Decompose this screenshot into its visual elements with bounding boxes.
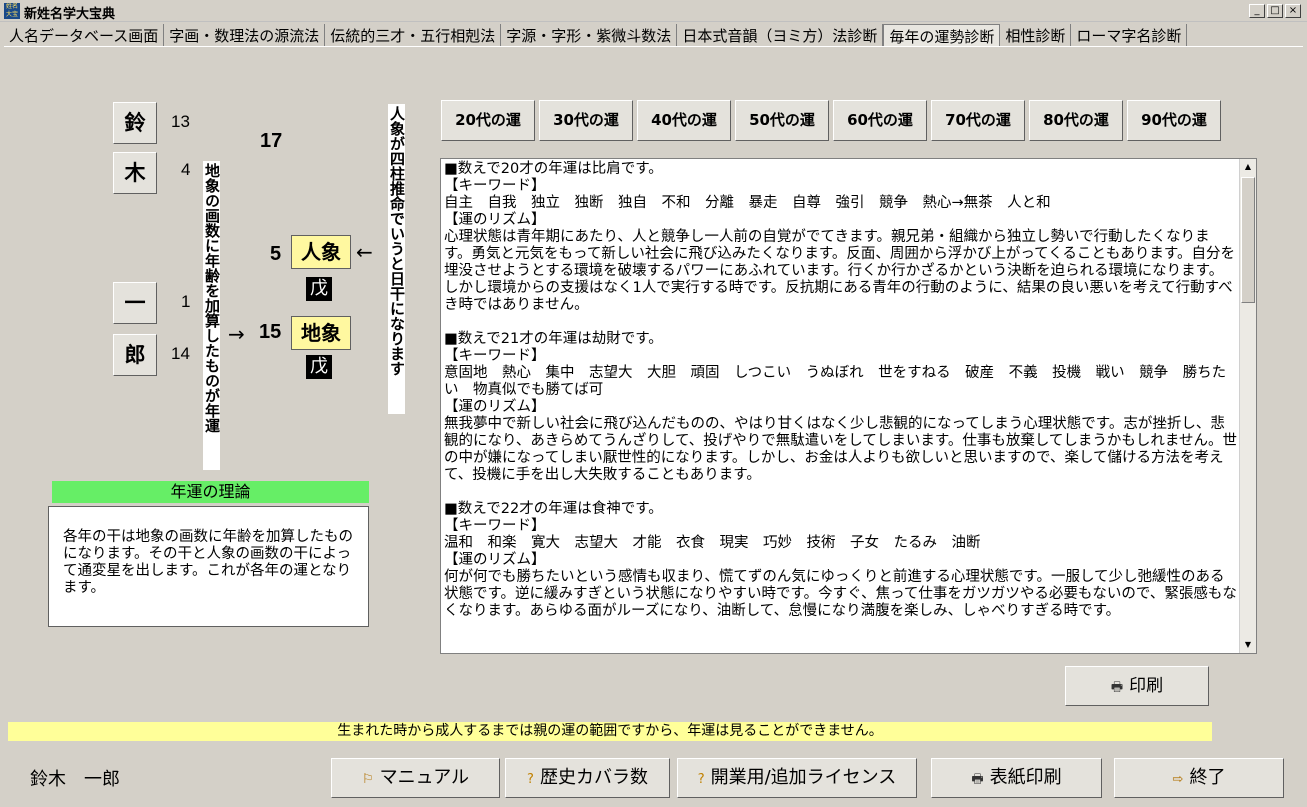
window-title: 新姓名学大宝典 xyxy=(24,7,116,22)
scroll-down-icon[interactable]: ▼ xyxy=(1240,637,1256,653)
maximize-button[interactable]: □ xyxy=(1267,4,1283,18)
section-2-keywords: 意固地 熱心 集中 志望大 大胆 頑固 しつこい うぬぼれ 世をすねる 破産 不… xyxy=(444,365,1227,398)
age-button-80s[interactable]: 80代の運 xyxy=(1029,100,1123,141)
title-bar: 姓名大宝 新姓名学大宝典 _ □ × xyxy=(0,0,1307,22)
tab-japanese-phonology[interactable]: 日本式音韻（ヨミ方）法診断 xyxy=(677,24,884,46)
section-2-keyword-label: 【キーワード】 xyxy=(444,348,546,364)
manual-button-label: マニュアル xyxy=(379,767,470,788)
section-2-heading: ■数えで21才の年運は劫財です。 xyxy=(444,331,663,347)
tab-traditional-sansai[interactable]: 伝統的三才・五行相剋法 xyxy=(325,24,502,46)
cover-print-button-label: 表紙印刷 xyxy=(989,767,1062,788)
print-button-label: 印刷 xyxy=(1129,676,1164,696)
chikaku-stem: 戊 xyxy=(306,355,332,379)
manual-button[interactable]: ⚐ マニュアル xyxy=(331,758,500,798)
section-3-rhythm: 何が何でも勝ちたいという感情も収まり、慌てずのん気にゆっくりと前進する心理状態で… xyxy=(444,569,1237,619)
tab-compatibility[interactable]: 相性診断 xyxy=(1000,24,1072,46)
jinkaku-number: 5 xyxy=(270,243,282,265)
window-controls: _ □ × xyxy=(1249,4,1301,18)
section-2-rhythm: 無我夢中で新しい社会に飛び込んだものの、やはり甘くはなく少し悲観的になってしまう… xyxy=(444,416,1237,483)
age-button-70s[interactable]: 70代の運 xyxy=(931,100,1025,141)
char-button-1[interactable]: 鈴 xyxy=(113,102,157,144)
app-icon-text: 姓名大宝 xyxy=(5,3,18,18)
section-3-heading: ■数えで22才の年運は食神です。 xyxy=(444,501,663,517)
section-1-rhythm: 心理状態は青年期にあたり、人と競争し一人前の自覚がでてきます。親兄弟・組織から独… xyxy=(444,229,1235,313)
vertical-scrollbar[interactable]: ▲ ▼ xyxy=(1239,159,1256,653)
print-button[interactable]: 🖶 印刷 xyxy=(1065,666,1209,706)
section-2-rhythm-label: 【運のリズム】 xyxy=(444,399,546,415)
manual-icon: ⚐ xyxy=(361,772,374,787)
history-button-label: 歴史カバラ数 xyxy=(539,767,648,788)
stroke-count-4: 14 xyxy=(171,344,190,363)
fortune-textarea[interactable]: ■数えで20才の年運は比肩です。 【キーワード】 自主 自我 独立 独断 独自 … xyxy=(440,158,1257,654)
vertical-note-right: 人象が四柱推命でいうと日干になります xyxy=(388,104,406,414)
jinkaku-box: 人象 xyxy=(291,235,351,269)
age-button-50s[interactable]: 50代の運 xyxy=(735,100,829,141)
arrow-left-icon: ← xyxy=(356,240,373,264)
question-icon: ? xyxy=(697,772,705,787)
scrollbar-thumb[interactable] xyxy=(1241,177,1255,303)
section-3-rhythm-label: 【運のリズム】 xyxy=(444,552,546,568)
age-button-40s[interactable]: 40代の運 xyxy=(637,100,731,141)
age-button-30s[interactable]: 30代の運 xyxy=(539,100,633,141)
age-button-20s[interactable]: 20代の運 xyxy=(441,100,535,141)
char-button-3[interactable]: 一 xyxy=(113,282,157,324)
fortune-text: ■数えで20才の年運は比肩です。 【キーワード】 自主 自我 独立 独断 独自 … xyxy=(444,161,1237,620)
section-3-keywords: 温和 和楽 寛大 志望大 才能 衣食 現実 巧妙 技術 子女 たるみ 油断 xyxy=(444,535,981,551)
exit-button-label: 終了 xyxy=(1189,767,1226,788)
section-1-rhythm-label: 【運のリズム】 xyxy=(444,212,546,228)
stroke-count-2: 4 xyxy=(181,160,191,179)
printer-icon: 🖶 xyxy=(971,772,984,787)
age-button-60s[interactable]: 60代の運 xyxy=(833,100,927,141)
section-1-heading: ■数えで20才の年運は比肩です。 xyxy=(444,161,663,177)
tab-character-origin[interactable]: 字源・字形・紫微斗数法 xyxy=(501,24,678,46)
minimize-button[interactable]: _ xyxy=(1249,4,1265,18)
scroll-up-icon[interactable]: ▲ xyxy=(1240,159,1256,175)
char-button-2[interactable]: 木 xyxy=(113,152,157,194)
history-kabbalah-button[interactable]: ? 歴史カバラ数 xyxy=(505,758,670,798)
theory-box: 各年の干は地象の画数に年齢を加算したものになります。その干と人象の画数の干によっ… xyxy=(48,506,369,627)
stroke-count-1: 13 xyxy=(171,112,190,131)
theory-title: 年運の理論 xyxy=(52,481,369,503)
jinkaku-stem: 戊 xyxy=(306,277,332,301)
section-3-keyword-label: 【キーワード】 xyxy=(444,518,546,534)
arrow-right-icon: → xyxy=(228,322,245,346)
user-name: 鈴木 一郎 xyxy=(30,769,120,790)
printer-icon: 🖶 xyxy=(1110,680,1124,695)
section-1-keyword-label: 【キーワード】 xyxy=(444,178,546,194)
total-strokes: 17 xyxy=(260,130,283,152)
chikaku-box: 地象 xyxy=(291,316,351,350)
notice-bar: 生まれた時から成人するまでは親の運の範囲ですから、年運は見ることができません。 xyxy=(8,722,1212,741)
tab-romaji-name[interactable]: ローマ字名診断 xyxy=(1071,24,1188,46)
tab-stroke-numerology[interactable]: 字画・数理法の源流法 xyxy=(164,24,326,46)
tab-name-database[interactable]: 人名データベース画面 xyxy=(4,24,165,46)
vertical-note-left: 地象の画数に年齢を加算したものが年運 xyxy=(203,161,221,470)
cover-print-button[interactable]: 🖶 表紙印刷 xyxy=(931,758,1102,798)
chikaku-number: 15 xyxy=(259,321,282,343)
theory-body: 各年の干は地象の画数に年齢を加算したものになります。その干と人象の画数の干によっ… xyxy=(63,529,353,596)
license-button-label: 開業用/追加ライセンス xyxy=(710,767,897,788)
stroke-count-3: 1 xyxy=(181,292,191,311)
age-button-90s[interactable]: 90代の運 xyxy=(1127,100,1221,141)
section-1-keywords: 自主 自我 独立 独断 独自 不和 分離 暴走 自尊 強引 競争 熱心→無茶 人… xyxy=(444,195,1051,211)
exit-icon: ⇨ xyxy=(1172,772,1184,787)
char-button-4[interactable]: 郎 xyxy=(113,334,157,376)
app-icon: 姓名大宝 xyxy=(4,3,20,19)
exit-button[interactable]: ⇨ 終了 xyxy=(1114,758,1284,798)
tab-yearly-fortune[interactable]: 毎年の運勢診断 xyxy=(883,24,1001,46)
tab-bar: 人名データベース画面 字画・数理法の源流法 伝統的三才・五行相剋法 字源・字形・… xyxy=(4,24,1188,46)
close-button[interactable]: × xyxy=(1285,4,1301,18)
question-icon: ? xyxy=(527,772,534,787)
license-button[interactable]: ? 開業用/追加ライセンス xyxy=(677,758,917,798)
